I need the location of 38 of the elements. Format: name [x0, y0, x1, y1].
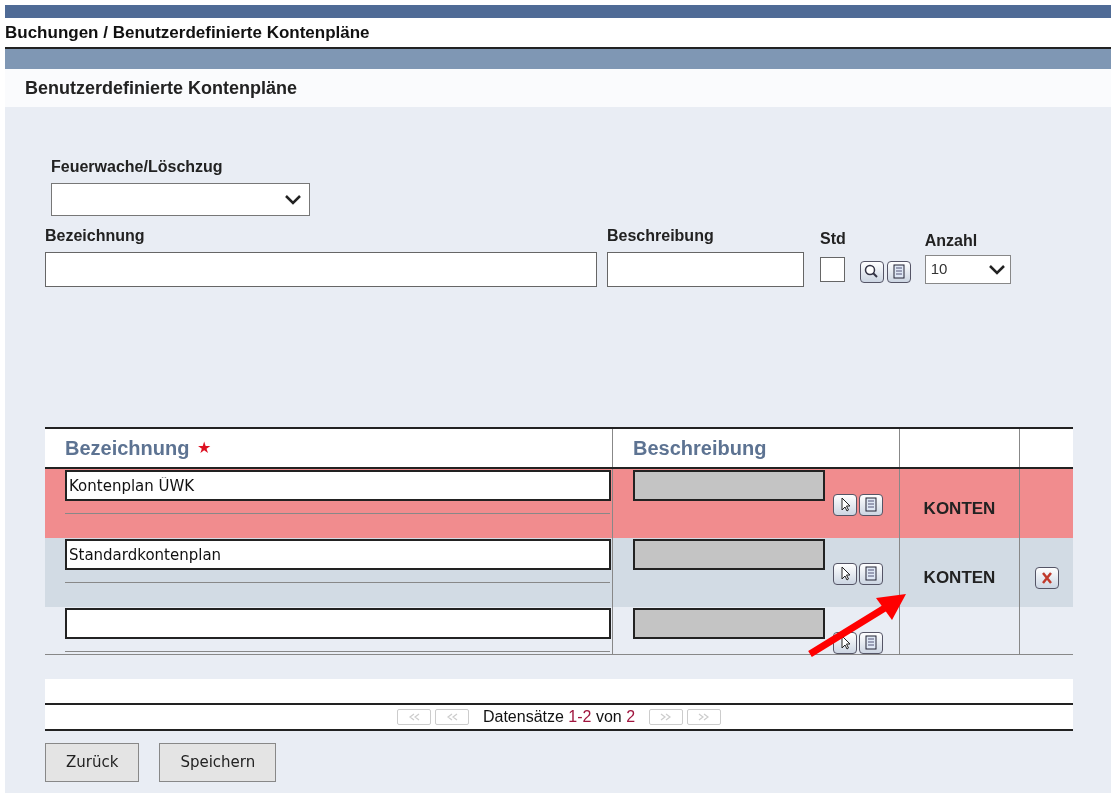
name-field[interactable] [45, 252, 597, 287]
table-row[interactable]: Standardkontenplan KONTEN [45, 538, 1073, 607]
name-input[interactable] [65, 608, 611, 639]
list-button[interactable] [859, 632, 883, 654]
chevron-down-icon [988, 264, 1005, 275]
accounts-link[interactable]: KONTEN [923, 495, 996, 522]
column-header: Bezeichnung [65, 436, 190, 461]
list-button[interactable] [859, 494, 883, 516]
std-checkbox[interactable] [820, 257, 845, 282]
pager-status: Datensätze 1-2 von 2 [482, 707, 636, 727]
action-button[interactable]: Zurück [45, 743, 140, 782]
chevron-down-icon [285, 194, 301, 205]
name-input[interactable]: Kontenplan ÜWK [65, 470, 611, 501]
list-button[interactable] [859, 563, 883, 585]
description-input[interactable] [633, 608, 825, 639]
field-label: Feuerwache/Löschzug [51, 157, 224, 177]
search-button[interactable] [859, 261, 884, 283]
field-label: Std [820, 229, 846, 249]
required-mark: ★ [197, 438, 212, 458]
accounts-link[interactable]: KONTEN [923, 564, 996, 591]
name-input[interactable]: Standardkontenplan [65, 539, 611, 570]
select-button[interactable] [833, 563, 857, 585]
breadcrumb: Buchungen / Benutzerdefinierte Kontenpläne [5, 21, 370, 44]
station-select[interactable] [51, 183, 310, 216]
count-select[interactable]: 10 [924, 255, 1011, 284]
select-button[interactable] [833, 494, 857, 516]
description-field[interactable] [607, 252, 804, 287]
field-label: Beschreibung [607, 226, 715, 246]
page-title: Benutzerdefinierte Kontenpläne [25, 76, 298, 100]
field-label: Anzahl [924, 231, 979, 251]
description-input[interactable] [633, 470, 825, 501]
description-input[interactable] [633, 539, 825, 570]
column-header: Beschreibung [633, 436, 767, 461]
field-label: Bezeichnung [45, 226, 146, 246]
action-button[interactable]: Speichern [159, 743, 277, 782]
list-button[interactable] [886, 261, 911, 283]
delete-button[interactable] [1034, 566, 1059, 589]
table-row[interactable]: Kontenplan ÜWK KONTEN [45, 469, 1073, 538]
